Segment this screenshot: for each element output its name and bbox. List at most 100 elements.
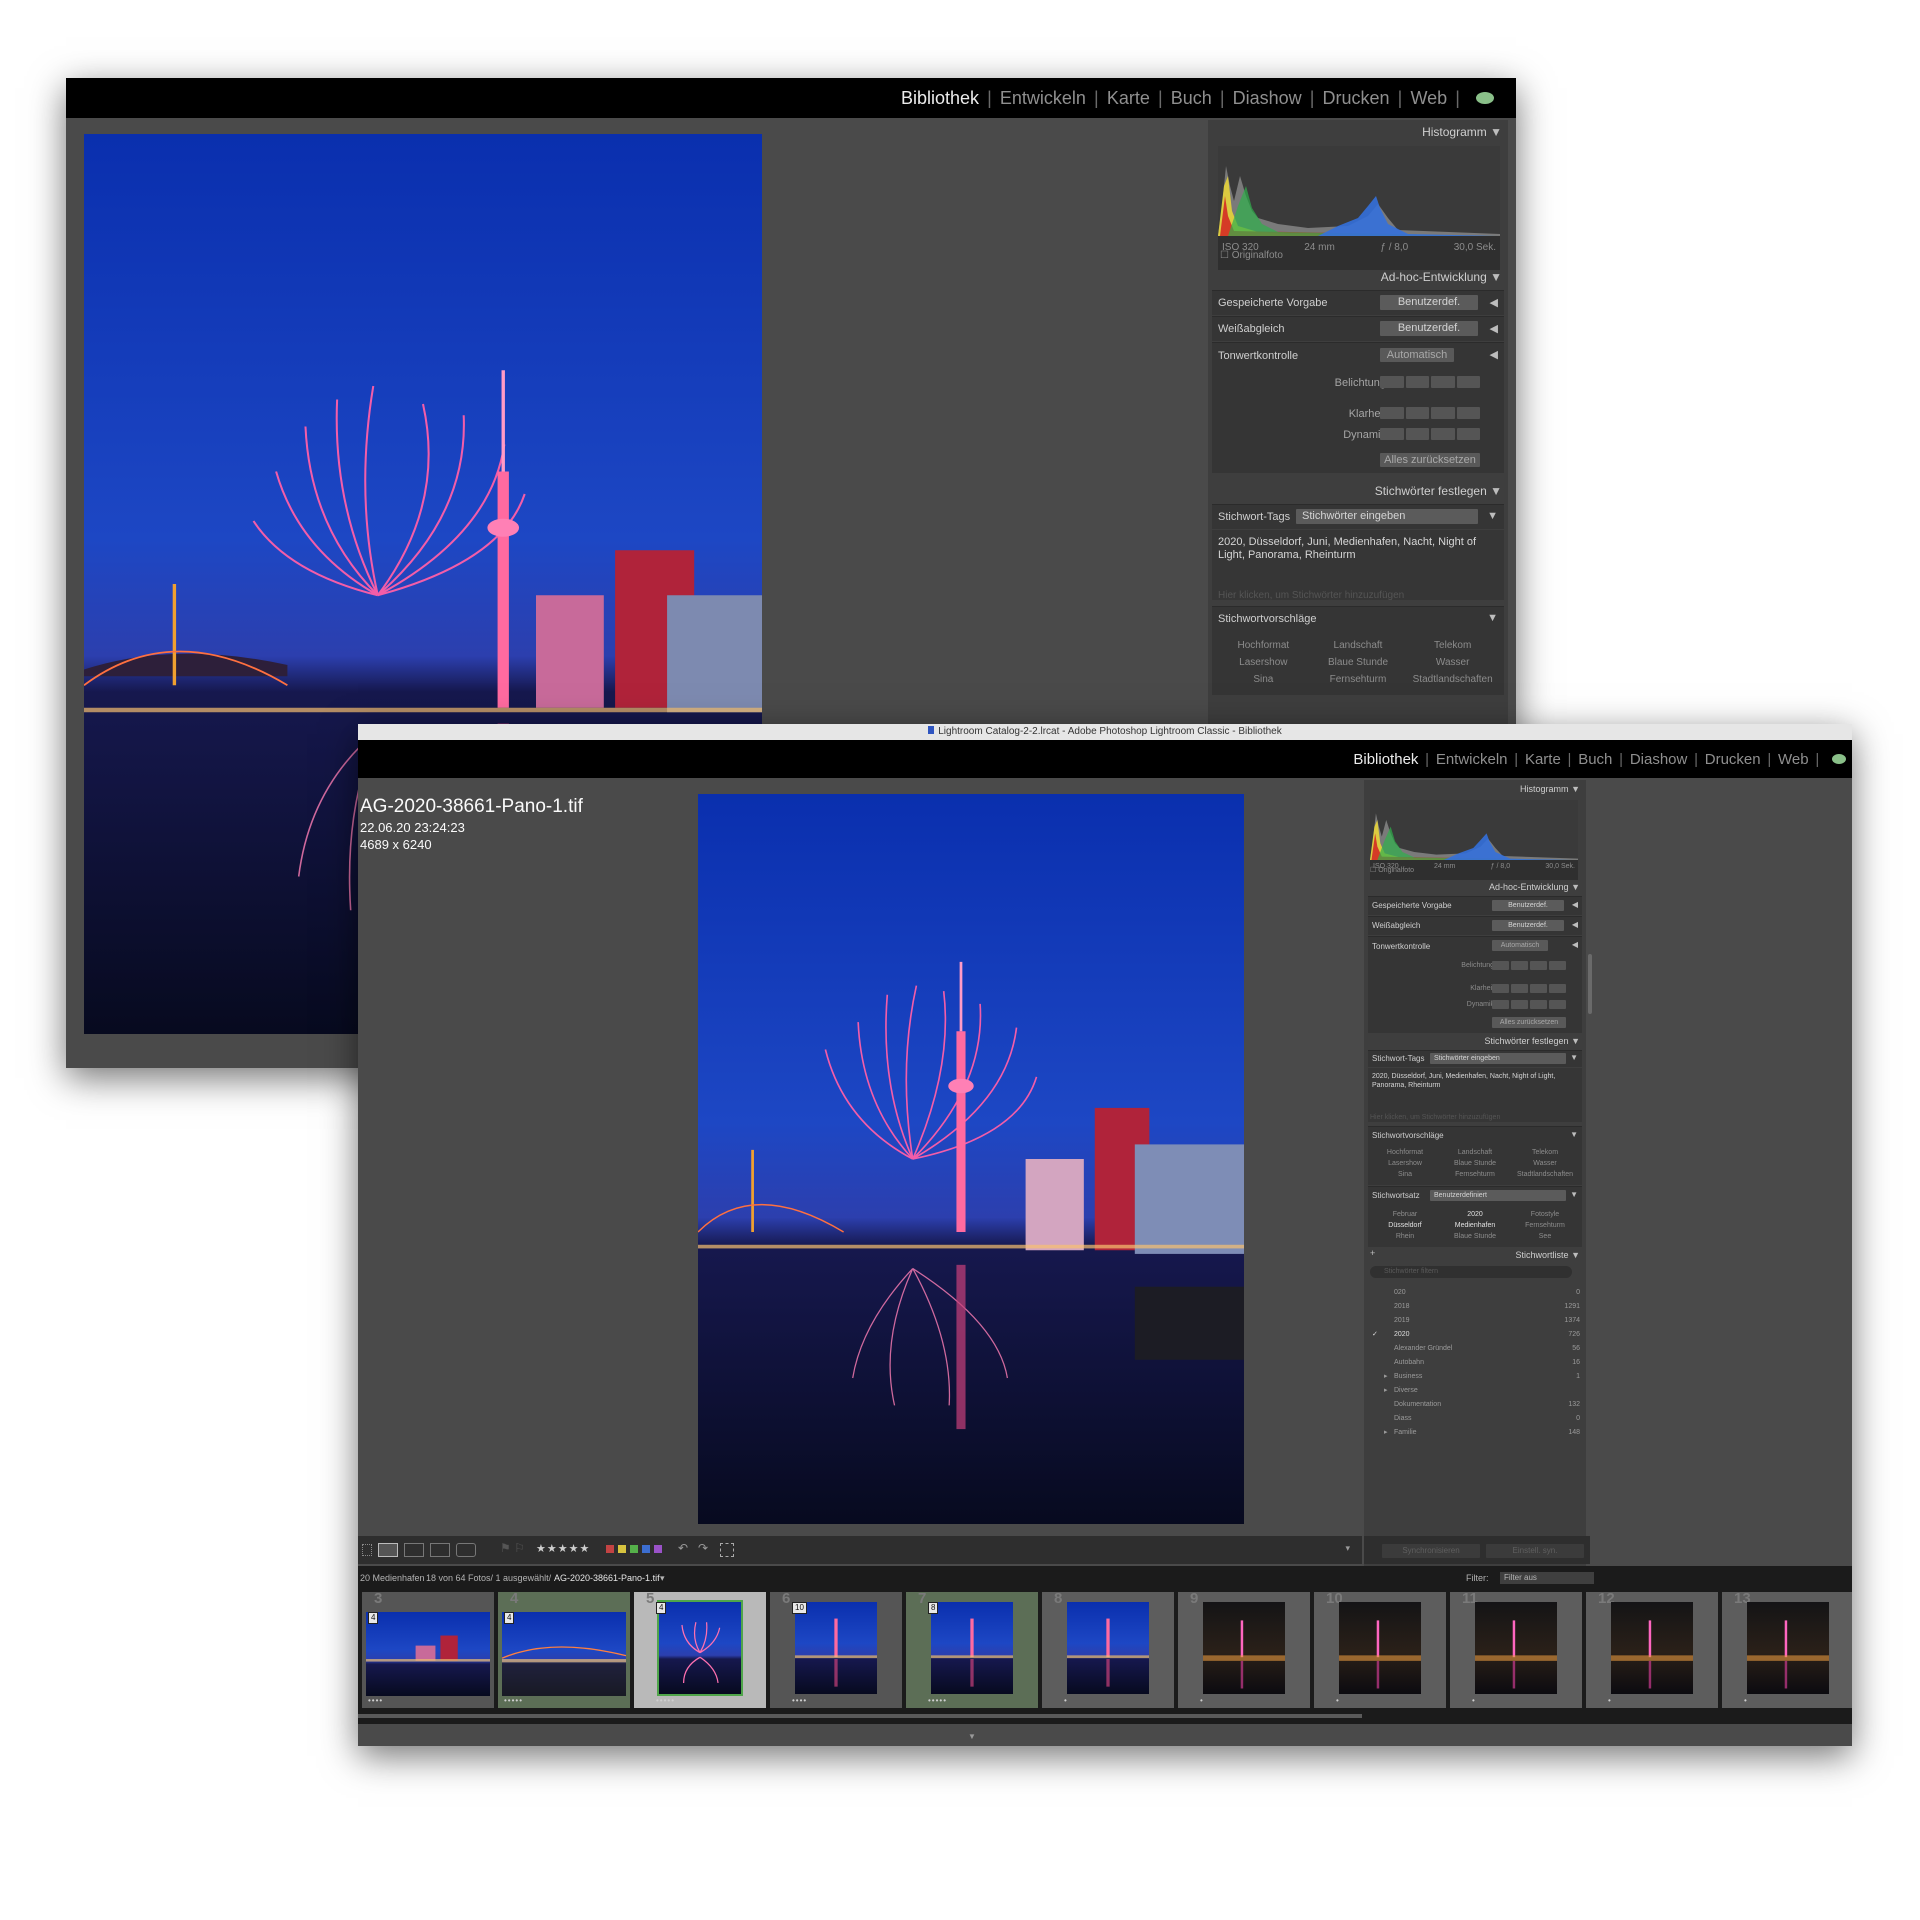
keyword-set-dropdown[interactable]: Benutzerdefiniert (1430, 1190, 1566, 1201)
module-slideshow[interactable]: Diashow (1233, 88, 1302, 109)
suggestion-keyword[interactable]: Hochformat (1216, 637, 1311, 654)
keyword-filter-input[interactable]: Stichwörter filtern (1370, 1266, 1572, 1278)
suggestion-keyword[interactable]: Sina (1370, 1169, 1440, 1180)
keywording-header[interactable]: Stichwörter festlegen ▼ (1375, 484, 1502, 498)
keyword-list-item[interactable]: ▸ Familie 148 (1370, 1426, 1580, 1440)
stack-count-badge[interactable]: 8 (928, 1602, 939, 1614)
suggestion-keyword[interactable]: Wasser (1405, 654, 1500, 671)
keyword-list-header[interactable]: Stichwortliste ▼ (1516, 1250, 1580, 1260)
set-keyword[interactable]: Blaue Stunde (1440, 1231, 1510, 1242)
sync-settings-button[interactable]: Einstell. syn. (1486, 1544, 1584, 1558)
thumbnail-rating[interactable]: • (1064, 1696, 1068, 1705)
white-balance-dropdown[interactable]: Benutzerdef. (1380, 321, 1478, 336)
add-keyword-icon[interactable]: + (1370, 1248, 1375, 1258)
suggestion-keyword[interactable]: Hochformat (1370, 1147, 1440, 1158)
stack-count-badge[interactable]: 4 (656, 1602, 667, 1614)
module-map[interactable]: Karte (1107, 88, 1150, 109)
suggestion-keyword[interactable]: Blaue Stunde (1311, 654, 1406, 671)
add-keyword-hint[interactable]: Hier klicken, um Stichwörter hinzuzufüge… (1370, 1114, 1500, 1121)
module-web[interactable]: Web (1410, 88, 1447, 109)
expand-icon[interactable]: ▼ (1487, 510, 1498, 522)
suggestion-keyword[interactable]: Telekom (1510, 1147, 1580, 1158)
auto-tone-button[interactable]: Automatisch (1380, 348, 1454, 362)
filter-dropdown[interactable]: Filter aus (1500, 1572, 1594, 1584)
vibrance-buttons[interactable] (1492, 1000, 1566, 1009)
keyword-tags-dropdown[interactable]: Stichwörter eingeben (1430, 1053, 1566, 1064)
suggestion-keyword[interactable]: Telekom (1405, 637, 1500, 654)
histogram-header[interactable]: Histogramm ▼ (1520, 784, 1580, 794)
expand-icon[interactable]: ◀ (1490, 296, 1498, 309)
white-balance-dropdown[interactable]: Benutzerdef. (1492, 920, 1564, 931)
disclosure-triangle-icon[interactable]: ▸ (1384, 1426, 1388, 1440)
survey-view-icon[interactable] (430, 1543, 450, 1557)
suggestion-keyword[interactable]: Landschaft (1311, 637, 1406, 654)
thumbnail-rating[interactable]: •••• (792, 1696, 807, 1705)
filmstrip-scrollbar[interactable] (358, 1714, 1362, 1718)
thumbnail-rating[interactable]: • (1200, 1696, 1204, 1705)
auto-tone-button[interactable]: Automatisch (1492, 940, 1548, 951)
module-print[interactable]: Drucken (1323, 88, 1390, 109)
flag-icon[interactable]: ⚑ ⚐ (500, 1541, 525, 1555)
filmstrip-thumbnail[interactable]: 10 • (1314, 1590, 1446, 1708)
people-view-icon[interactable] (456, 1543, 476, 1557)
thumbnail-rating[interactable]: • (1472, 1696, 1476, 1705)
grid-view-icon[interactable] (362, 1544, 372, 1556)
chevron-down-icon[interactable]: ▾ (660, 1566, 665, 1590)
filmstrip-thumbnail[interactable]: 7 8 ••••• (906, 1590, 1038, 1708)
keyword-list-item[interactable]: Autobahn 16 (1370, 1356, 1580, 1370)
suggestion-keyword[interactable]: Wasser (1510, 1158, 1580, 1169)
thumbnail-rating[interactable]: • (1608, 1696, 1612, 1705)
set-keyword[interactable]: See (1510, 1231, 1580, 1242)
filmstrip-thumbnail[interactable]: 5 4 ••••• (634, 1590, 766, 1708)
keyword-list-item[interactable]: Dokumentation 132 (1370, 1398, 1580, 1412)
saved-preset-dropdown[interactable]: Benutzerdef. (1380, 295, 1478, 310)
add-keyword-hint[interactable]: Hier klicken, um Stichwörter hinzuzufüge… (1218, 590, 1404, 601)
disclosure-triangle-icon[interactable]: ▸ (1384, 1384, 1388, 1398)
rotate-right-icon[interactable]: ↷ (698, 1541, 708, 1555)
keyword-list-item[interactable]: Alexander Gründel 56 (1370, 1342, 1580, 1356)
color-label-purple[interactable] (654, 1545, 662, 1553)
quick-develop-header[interactable]: Ad-hoc-Entwicklung ▼ (1489, 882, 1580, 892)
module-map[interactable]: Karte (1525, 751, 1561, 768)
suggestion-keyword[interactable]: Stadtlandschaften (1510, 1169, 1580, 1180)
thumbnail-rating[interactable]: ••••• (928, 1696, 947, 1705)
color-label-blue[interactable] (642, 1545, 650, 1553)
quick-develop-header[interactable]: Ad-hoc-Entwicklung ▼ (1381, 270, 1502, 284)
crop-icon[interactable] (720, 1543, 734, 1557)
suggestion-keyword[interactable]: Blaue Stunde (1440, 1158, 1510, 1169)
filmstrip-thumbnail[interactable]: 12 • (1586, 1590, 1718, 1708)
cloud-sync-icon[interactable] (1476, 92, 1494, 104)
loupe-view-icon[interactable] (378, 1543, 398, 1557)
collapse-icon[interactable]: ▼ (1570, 1130, 1578, 1139)
expand-icon[interactable]: ◀ (1490, 348, 1498, 361)
stack-count-badge[interactable]: 4 (368, 1612, 379, 1624)
filmstrip-thumbnail[interactable]: 8 • (1042, 1590, 1174, 1708)
suggestion-keyword[interactable]: Lasershow (1216, 654, 1311, 671)
keyword-list-item[interactable]: ▸ Business 1 (1370, 1370, 1580, 1384)
star-rating[interactable]: ★★★★★ (536, 1542, 590, 1555)
cloud-sync-icon[interactable] (1832, 754, 1846, 764)
reset-all-button[interactable]: Alles zurücksetzen (1380, 453, 1480, 467)
filmstrip-thumbnail[interactable]: 6 10 •••• (770, 1590, 902, 1708)
current-file[interactable]: AG-2020-38661-Pano-1.tif (554, 1566, 660, 1590)
module-book[interactable]: Buch (1578, 751, 1612, 768)
set-keyword[interactable]: Fotostyle (1510, 1209, 1580, 1220)
original-checkbox[interactable]: ☐ Originalfoto (1370, 866, 1414, 874)
suggestion-keyword[interactable]: Fernsehturm (1440, 1169, 1510, 1180)
expand-icon[interactable]: ◀ (1490, 322, 1498, 335)
expand-icon[interactable]: ◀ (1572, 940, 1578, 949)
stack-count-badge[interactable]: 10 (792, 1602, 807, 1614)
clarity-buttons[interactable] (1380, 407, 1480, 419)
filmstrip-thumbnail[interactable]: 3 4 •••• (362, 1590, 494, 1708)
suggestion-keyword[interactable]: Sina (1216, 671, 1311, 688)
compare-view-icon[interactable] (404, 1543, 424, 1557)
exposure-buttons[interactable] (1492, 961, 1566, 970)
color-label-green[interactable] (630, 1545, 638, 1553)
color-label-red[interactable] (606, 1545, 614, 1553)
keyword-list-item[interactable]: 2019 1374 (1370, 1314, 1580, 1328)
original-checkbox[interactable]: ☐ Originalfoto (1220, 250, 1283, 261)
toolbar-menu-chevron-icon[interactable]: ▾ (1345, 1543, 1350, 1554)
exposure-buttons[interactable] (1380, 376, 1480, 388)
expand-icon[interactable]: ◀ (1572, 920, 1578, 929)
bottom-panel-toggle-icon[interactable]: ▼ (968, 1732, 976, 1741)
